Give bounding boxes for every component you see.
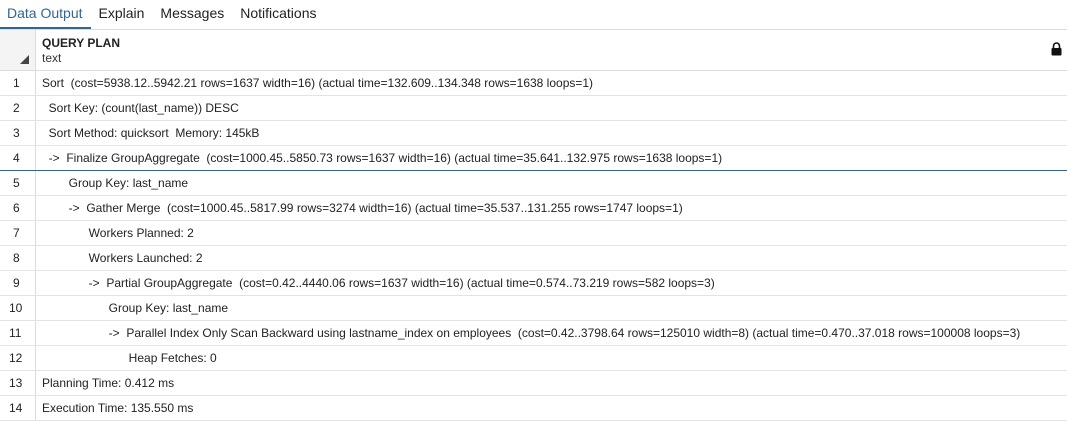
table-row[interactable]: 8 Workers Launched: 2 bbox=[0, 246, 1067, 271]
row-number[interactable]: 11 bbox=[0, 321, 36, 345]
table-row[interactable]: 3 Sort Method: quicksort Memory: 145kB bbox=[0, 121, 1067, 146]
table-row[interactable]: 7 Workers Planned: 2 bbox=[0, 221, 1067, 246]
table-row[interactable]: 14 Execution Time: 135.550 ms bbox=[0, 396, 1067, 421]
row-number[interactable]: 8 bbox=[0, 246, 36, 270]
row-number[interactable]: 2 bbox=[0, 96, 36, 120]
table-row[interactable]: 6 -> Gather Merge (cost=1000.45..5817.99… bbox=[0, 196, 1067, 221]
query-plan-cell[interactable]: Sort Key: (count(last_name)) DESC bbox=[36, 96, 1067, 120]
lock-icon bbox=[1051, 42, 1062, 56]
row-number[interactable]: 13 bbox=[0, 371, 36, 395]
query-plan-cell[interactable]: Heap Fetches: 0 bbox=[36, 346, 1067, 370]
table-row[interactable]: 12 Heap Fetches: 0 bbox=[0, 346, 1067, 371]
table-row[interactable]: 13 Planning Time: 0.412 ms bbox=[0, 371, 1067, 396]
column-name: QUERY PLAN bbox=[42, 36, 121, 50]
results-grid: QUERY PLAN text 1 Sort (cost=5938.12..594… bbox=[0, 30, 1067, 421]
row-number[interactable]: 14 bbox=[0, 396, 36, 420]
table-row[interactable]: 4 -> Finalize GroupAggregate (cost=1000.… bbox=[0, 146, 1067, 171]
column-header-query-plan[interactable]: QUERY PLAN text bbox=[36, 30, 1067, 70]
row-number[interactable]: 4 bbox=[0, 146, 36, 170]
corner-triangle-icon bbox=[20, 55, 29, 64]
query-plan-cell[interactable]: Workers Launched: 2 bbox=[36, 246, 1067, 270]
query-plan-cell[interactable]: Workers Planned: 2 bbox=[36, 221, 1067, 245]
query-plan-cell[interactable]: -> Parallel Index Only Scan Backward usi… bbox=[36, 321, 1067, 345]
tab-messages[interactable]: Messages bbox=[152, 0, 232, 29]
row-number[interactable]: 10 bbox=[0, 296, 36, 320]
query-plan-cell[interactable]: -> Gather Merge (cost=1000.45..5817.99 r… bbox=[36, 196, 1067, 220]
row-number[interactable]: 12 bbox=[0, 346, 36, 370]
result-tabs: Data Output Explain Messages Notificatio… bbox=[0, 0, 1067, 30]
grid-header: QUERY PLAN text bbox=[0, 30, 1067, 71]
column-type: text bbox=[42, 51, 62, 65]
query-plan-cell[interactable]: Sort (cost=5938.12..5942.21 rows=1637 wi… bbox=[36, 71, 1067, 95]
row-number[interactable]: 3 bbox=[0, 121, 36, 145]
table-row[interactable]: 1 Sort (cost=5938.12..5942.21 rows=1637 w… bbox=[0, 71, 1067, 96]
tab-data-output[interactable]: Data Output bbox=[0, 0, 91, 29]
table-row[interactable]: 5 Group Key: last_name bbox=[0, 171, 1067, 196]
select-all-corner[interactable] bbox=[0, 30, 36, 70]
query-plan-cell[interactable]: -> Finalize GroupAggregate (cost=1000.45… bbox=[36, 146, 1067, 170]
table-row[interactable]: 10 Group Key: last_name bbox=[0, 296, 1067, 321]
table-row[interactable]: 9 -> Partial GroupAggregate (cost=0.42..… bbox=[0, 271, 1067, 296]
row-number[interactable]: 9 bbox=[0, 271, 36, 295]
query-plan-cell[interactable]: Planning Time: 0.412 ms bbox=[36, 371, 1067, 395]
tab-notifications[interactable]: Notifications bbox=[232, 0, 324, 29]
query-plan-cell[interactable]: Execution Time: 135.550 ms bbox=[36, 396, 1067, 420]
table-row[interactable]: 11 -> Parallel Index Only Scan Backward … bbox=[0, 321, 1067, 346]
grid-body: 1 Sort (cost=5938.12..5942.21 rows=1637 w… bbox=[0, 71, 1067, 421]
row-number[interactable]: 5 bbox=[0, 171, 36, 195]
row-number[interactable]: 6 bbox=[0, 196, 36, 220]
query-plan-cell[interactable]: -> Partial GroupAggregate (cost=0.42..44… bbox=[36, 271, 1067, 295]
query-plan-cell[interactable]: Sort Method: quicksort Memory: 145kB bbox=[36, 121, 1067, 145]
query-plan-cell[interactable]: Group Key: last_name bbox=[36, 296, 1067, 320]
tab-explain[interactable]: Explain bbox=[91, 0, 153, 29]
row-number[interactable]: 1 bbox=[0, 71, 36, 95]
query-plan-cell[interactable]: Group Key: last_name bbox=[36, 171, 1067, 195]
table-row[interactable]: 2 Sort Key: (count(last_name)) DESC bbox=[0, 96, 1067, 121]
row-number[interactable]: 7 bbox=[0, 221, 36, 245]
